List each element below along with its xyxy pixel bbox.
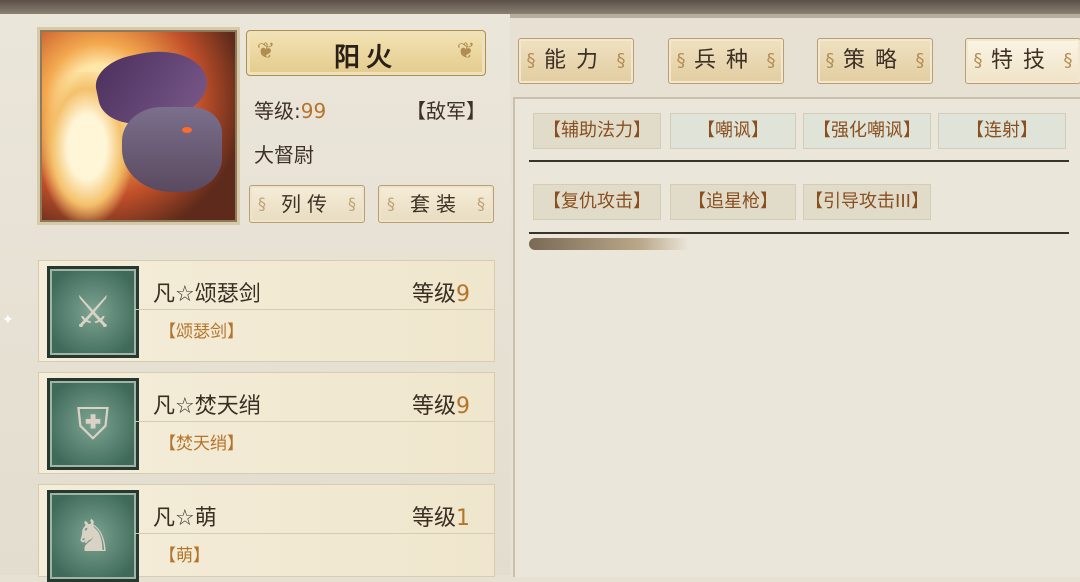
faction-label: 【敌军】 (406, 99, 486, 123)
skill-item[interactable]: 【引导攻击III】 (803, 184, 931, 220)
armor-icon: ⛨ (47, 378, 139, 470)
tab-label: 能力 (543, 48, 608, 73)
equipment-subname: 【焚天绡】 (159, 434, 244, 454)
equipment-level: 等级1 (411, 506, 470, 531)
equipment-name: 凡☆萌 (153, 506, 217, 531)
skill-item[interactable]: 【强化嘲讽】 (803, 113, 931, 149)
outfit-button[interactable]: § 套装 § (378, 185, 494, 223)
ornament-icon: § (348, 194, 356, 213)
divider (529, 232, 1069, 234)
equipment-name: 凡☆焚天绡 (153, 394, 261, 419)
ornament-icon: ❦ (456, 39, 476, 64)
equipment-name: 凡☆颂瑟剑 (153, 282, 261, 307)
skill-item[interactable]: 【辅助法力】 (533, 113, 661, 149)
ornament-icon: § (477, 194, 485, 213)
divider (529, 160, 1069, 162)
tab-strategy[interactable]: § 策略 § (817, 38, 933, 84)
outfit-label: 套装 (410, 192, 462, 216)
skill-item[interactable]: 【嘲讽】 (670, 113, 796, 149)
equipment-level: 等级9 (411, 394, 470, 419)
skill-item[interactable]: 【复仇攻击】 (533, 184, 661, 220)
tab-ability[interactable]: § 能力 § (518, 38, 634, 84)
equipment-subname: 【颂瑟剑】 (159, 322, 244, 342)
level-value: 99 (300, 99, 327, 123)
hero-portrait (40, 30, 237, 222)
hero-rank: 大督尉 (254, 143, 314, 167)
sword-icon: ⚔ (47, 266, 139, 358)
horse-icon: ♞ (47, 490, 139, 582)
hero-name-plate: ❦ 阳火 ❦ (246, 30, 486, 76)
ornament-icon: § (387, 194, 395, 213)
tab-label: 特技 (990, 48, 1055, 73)
equipment-row-weapon[interactable]: ⚔ 凡☆颂瑟剑 等级9 【颂瑟剑】 (38, 260, 495, 362)
equipment-row-armor[interactable]: ⛨ 凡☆焚天绡 等级9 【焚天绡】 (38, 372, 495, 474)
equipment-subname: 【萌】 (159, 546, 210, 566)
tab-special-skills[interactable]: § 特技 § (965, 38, 1080, 84)
skill-item[interactable]: 【追星枪】 (670, 184, 796, 220)
level-label: 等级: (254, 99, 301, 123)
skill-item[interactable]: 【连射】 (938, 113, 1066, 149)
sparkle-icon: ✦ (2, 312, 14, 328)
decorative-scroll-bar (529, 238, 689, 250)
biography-label: 列传 (281, 192, 333, 216)
equipment-row-mount[interactable]: ♞ 凡☆萌 等级1 【萌】 (38, 484, 495, 582)
hero-level: 等级:99 (254, 95, 326, 124)
top-bar (0, 0, 1080, 18)
ornament-icon: § (258, 194, 266, 213)
biography-button[interactable]: § 列传 § (249, 185, 365, 223)
skills-panel (513, 97, 1080, 577)
tab-label: 策略 (842, 48, 907, 73)
tab-troops[interactable]: § 兵种 § (668, 38, 784, 84)
tab-label: 兵种 (693, 48, 758, 73)
hero-name: 阳火 (333, 43, 398, 73)
equipment-level: 等级9 (411, 282, 470, 307)
